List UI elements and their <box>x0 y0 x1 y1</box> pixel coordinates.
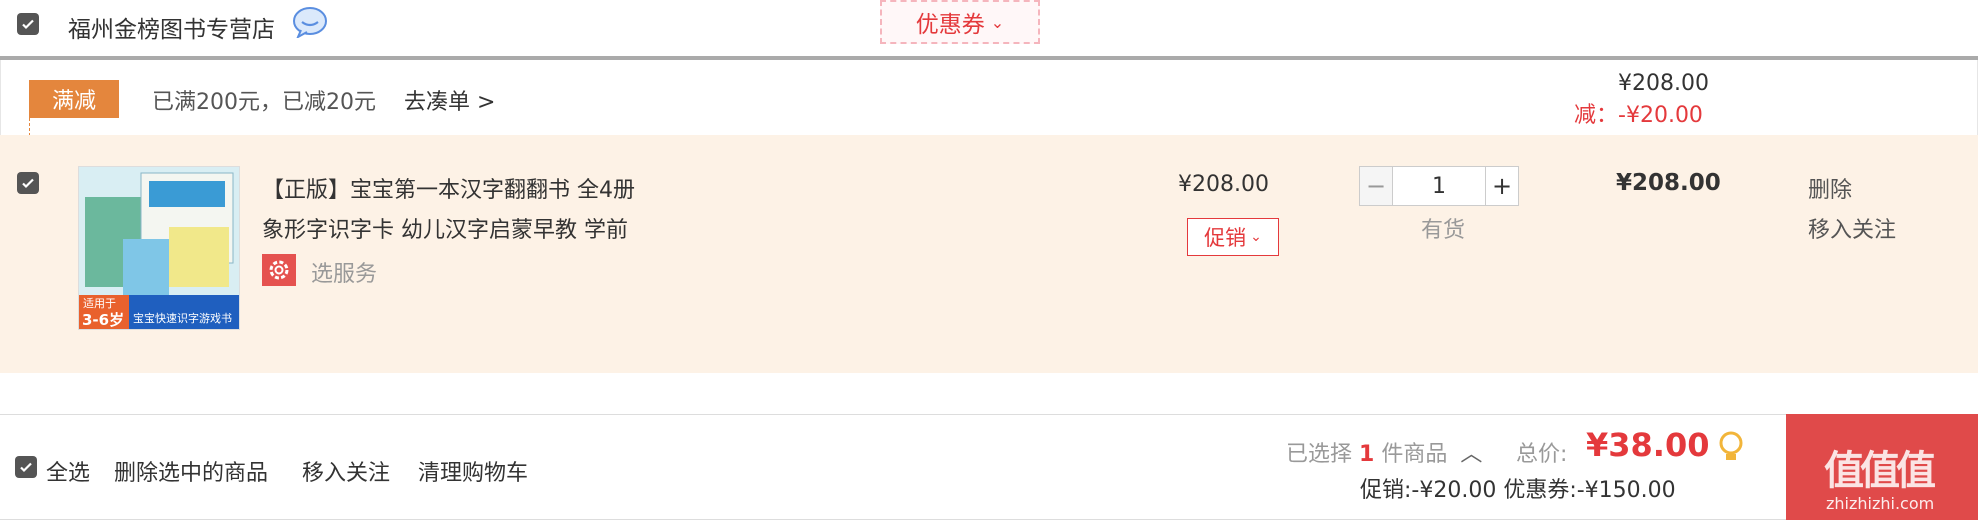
checkout-watermark: 值值值 <box>1824 448 1936 494</box>
coupon-button[interactable]: 优惠券 ⌄ <box>880 0 1040 44</box>
product-thumbnail[interactable]: 适用于 3-6岁 宝宝快速识字游戏书 <box>78 166 240 330</box>
chevron-up-icon: ︿ <box>1460 442 1483 467</box>
promo-text: 已满200元，已减20元 <box>152 90 376 115</box>
select-all-label[interactable]: 全选 <box>46 455 90 487</box>
quantity-stepper: − 1 + <box>1359 166 1519 206</box>
shop-name[interactable]: 福州金榜图书专营店 <box>68 10 275 44</box>
promo-discount-value: -¥20.00 <box>1618 103 1703 128</box>
promo-discount-label: 减： <box>1574 103 1619 128</box>
shop-checkbox[interactable] <box>17 13 39 35</box>
qty-minus-button[interactable]: − <box>1360 167 1393 205</box>
chat-icon[interactable] <box>292 6 328 40</box>
selected-count: 1 <box>1359 442 1375 467</box>
promo-link[interactable]: 去凑单 > <box>404 84 495 116</box>
total-label: 总价: <box>1516 442 1568 467</box>
selected-suffix: 件商品 <box>1381 442 1448 467</box>
move-to-follow-link[interactable]: 移入关注 <box>1808 212 1896 244</box>
item-subtotal: ¥208.00 <box>1616 170 1721 196</box>
product-title-line1[interactable]: 【正版】宝宝第一本汉字翻翻书 全4册 <box>262 172 635 204</box>
item-checkbox[interactable] <box>17 172 39 194</box>
qty-input[interactable]: 1 <box>1393 167 1485 205</box>
service-gear-icon[interactable] <box>262 254 296 286</box>
select-all-checkbox[interactable] <box>15 456 37 478</box>
qty-plus-button[interactable]: + <box>1485 167 1518 205</box>
delete-selected-link[interactable]: 删除选中的商品 <box>114 455 268 487</box>
lightbulb-icon[interactable] <box>1718 430 1744 466</box>
promo-select-label: 促销 <box>1204 226 1247 250</box>
promo-discount: 减：-¥20.00 <box>1574 97 1703 129</box>
discount-summary: 促销:-¥20.00 优惠券:-¥150.00 <box>1360 478 1676 503</box>
clear-cart-link[interactable]: 清理购物车 <box>418 455 528 487</box>
check-icon <box>22 19 34 30</box>
check-icon <box>22 178 34 189</box>
promo-subtotal: ¥208.00 <box>1618 71 1709 96</box>
promo-select-button[interactable]: 促销 ⌄ <box>1187 218 1279 256</box>
thumb-banner: 宝宝快速识字游戏书 <box>133 312 232 325</box>
chevron-down-icon: ⌄ <box>990 12 1005 32</box>
item-unit-price: ¥208.00 <box>1178 172 1269 197</box>
footer-move-follow-link[interactable]: 移入关注 <box>302 455 390 487</box>
total-price: ¥38.00 <box>1586 426 1710 464</box>
selected-summary[interactable]: 已选择 1 件商品 ︿ <box>1286 436 1482 468</box>
product-title-line2[interactable]: 象形字识字卡 幼儿汉字启蒙早教 学前 <box>262 212 628 244</box>
thumb-age: 3-6岁 <box>82 311 125 329</box>
check-icon <box>20 462 32 473</box>
coupon-label: 优惠券 <box>915 12 985 38</box>
checkout-button[interactable]: 值值值 zhizhizhi.com <box>1786 414 1978 520</box>
chevron-down-icon: ⌄ <box>1250 229 1262 245</box>
delete-link[interactable]: 删除 <box>1808 172 1852 204</box>
watermark-url: zhizhizhi.com <box>1826 494 1935 513</box>
service-label[interactable]: 选服务 <box>311 256 377 288</box>
selected-prefix: 已选择 <box>1286 442 1353 467</box>
stock-status: 有货 <box>1421 218 1466 243</box>
promo-tag: 满减 <box>29 80 119 118</box>
